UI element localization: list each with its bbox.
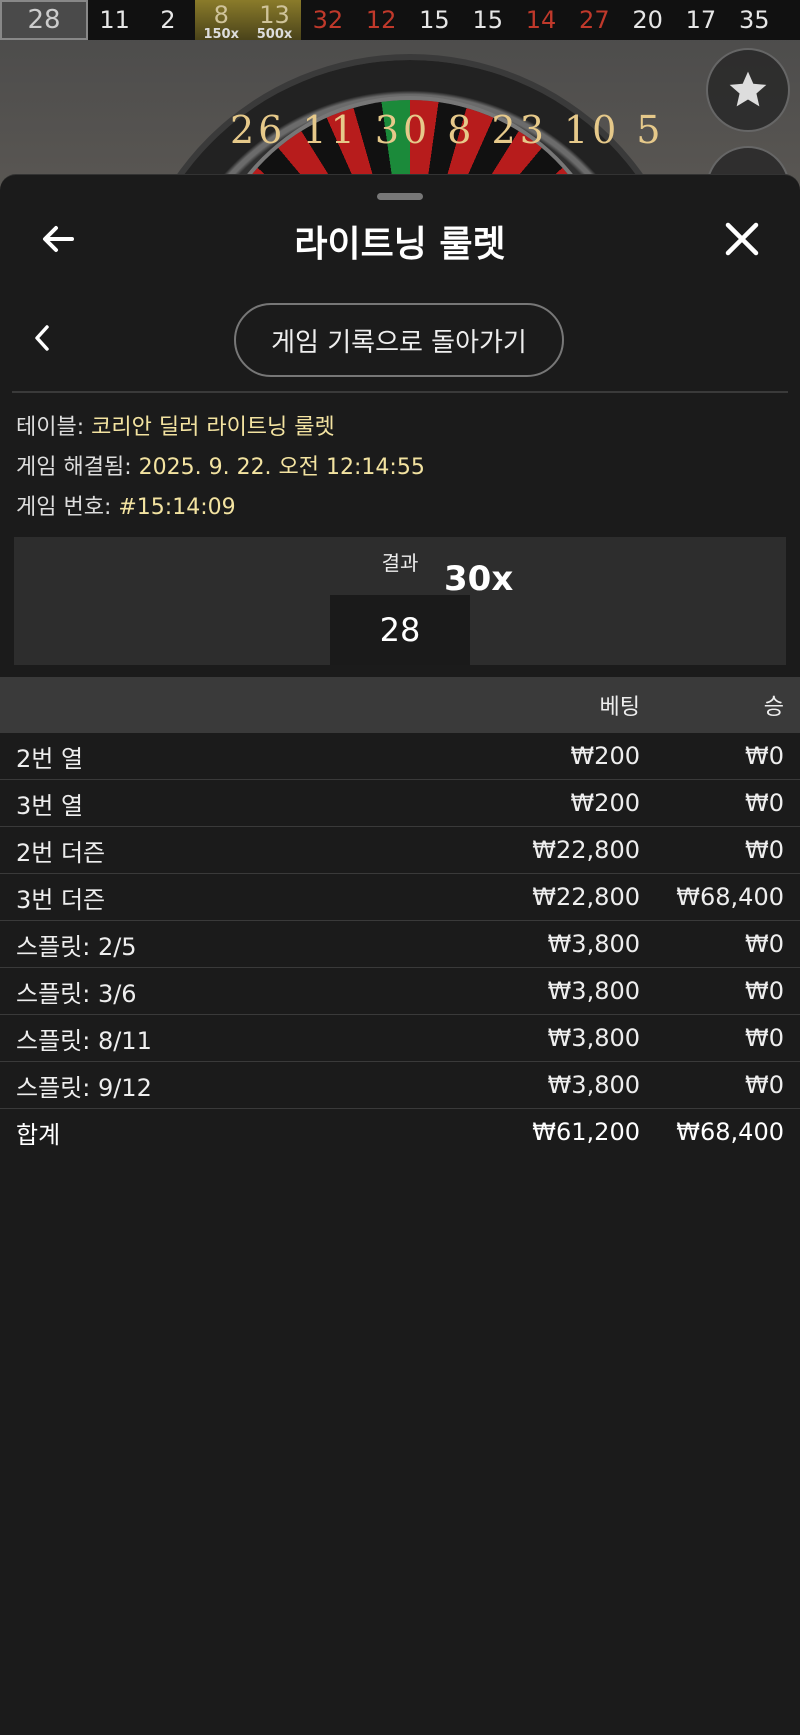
win-amount: ₩0 [745, 930, 784, 958]
info-game-number-label: 게임 번호: [16, 495, 112, 520]
bet-name: 3번 더즌 [16, 885, 106, 914]
history-number: 32 [301, 0, 354, 40]
page-title: 라이트닝 룰렛 [294, 224, 506, 265]
bet-name: 스플릿: 3/6 [16, 979, 137, 1008]
win-amount: ₩0 [745, 742, 784, 770]
history-number: 27 [568, 0, 621, 40]
info-resolved-label: 게임 해결됨: [16, 455, 132, 480]
win-amount: ₩0 [745, 1071, 784, 1099]
info-table: 테이블: 코리안 딜러 라이트닝 룰렛 [16, 409, 335, 441]
table-row: 스플릿: 2/5 ₩3,800 ₩0 [0, 921, 800, 968]
bet-amount: ₩22,800 [532, 883, 640, 911]
info-game-number-value: #15:14:09 [118, 495, 236, 520]
bet-amount: ₩3,800 [547, 1071, 640, 1099]
info-game-number: 게임 번호: #15:14:09 [16, 489, 236, 521]
history-number-value: 27 [579, 6, 610, 34]
table-row: 2번 열 ₩200 ₩0 [0, 733, 800, 780]
history-multiplier: 500x [256, 27, 293, 42]
result-multiplier: 30x [444, 559, 514, 599]
history-number-value: 28 [27, 5, 61, 35]
bet-amount: ₩22,800 [532, 836, 640, 864]
history-number: 17 [674, 0, 727, 40]
history-number: 15 [408, 0, 461, 40]
history-number-value: 2 [160, 6, 176, 34]
game-detail-sheet: 라이트닝 룰렛 게임 기록으로 돌아가기 테이블: 코리안 딜러 라이트닝 룰렛… [0, 174, 800, 1735]
header-win: 승 [763, 695, 784, 720]
history-number-value: 8 [213, 1, 229, 29]
history-number-value: 17 [685, 6, 717, 34]
total-bet: ₩61,200 [532, 1118, 640, 1146]
history-number: 15 [461, 0, 514, 40]
header-bet: 베팅 [599, 695, 640, 720]
history-number: 12 [354, 0, 407, 40]
history-number-value: 13 [259, 1, 290, 29]
history-number: 20 [621, 0, 674, 40]
bets-table: 베팅 승 2번 열 ₩200 ₩0 3번 열 ₩200 ₩0 2번 더즌 ₩22,800 ₩0 3… [0, 677, 800, 1155]
table-row: 스플릿: 8/11 ₩3,800 ₩0 [0, 1015, 800, 1062]
history-number-value: 20 [632, 6, 663, 34]
chevron-left-icon[interactable] [32, 323, 52, 353]
info-resolved: 게임 해결됨: 2025. 9. 22. 오전 12:14:55 [16, 449, 425, 481]
bet-amount: ₩3,800 [547, 930, 640, 958]
table-row: 3번 열 ₩200 ₩0 [0, 780, 800, 827]
table-row: 2번 더즌 ₩22,800 ₩0 [0, 827, 800, 874]
total-label: 합계 [16, 1120, 61, 1149]
result-history-strip: 28 11 2 8 150x 13 500x 32 12 15 15 14 27 20 17 35 [0, 0, 800, 42]
bet-name: 3번 열 [16, 791, 84, 820]
win-amount: ₩68,400 [676, 883, 784, 911]
history-number: 8 150x [194, 0, 248, 42]
table-row: 스플릿: 3/6 ₩3,800 ₩0 [0, 968, 800, 1015]
history-number: 11 [88, 0, 141, 40]
result-box: 결과 28 30x [14, 537, 786, 665]
win-amount: ₩0 [745, 836, 784, 864]
win-amount: ₩0 [745, 977, 784, 1005]
bet-name: 스플릿: 9/12 [16, 1073, 152, 1102]
history-number: 13 500x [247, 0, 302, 42]
bet-name: 스플릿: 8/11 [16, 1026, 152, 1055]
bet-name: 스플릿: 2/5 [16, 932, 137, 961]
history-number: 2 [141, 0, 194, 40]
info-table-label: 테이블: [16, 415, 85, 440]
history-number-value: 15 [419, 6, 450, 34]
history-number-value: 32 [312, 6, 344, 34]
total-row: 합계 ₩61,200 ₩68,400 [0, 1109, 800, 1155]
history-number: 35 [728, 0, 781, 40]
star-icon [729, 71, 767, 107]
table-header: 베팅 승 [0, 677, 800, 733]
info-resolved-value: 2025. 9. 22. 오전 12:14:55 [138, 455, 425, 480]
bet-name: 2번 더즌 [16, 838, 106, 867]
history-number: 14 [514, 0, 567, 40]
history-number-value: 12 [365, 6, 397, 34]
history-number: 28 [0, 0, 88, 40]
table-row: 스플릿: 9/12 ₩3,800 ₩0 [0, 1062, 800, 1109]
total-win: ₩68,400 [676, 1118, 784, 1146]
history-number-value: 14 [525, 6, 557, 34]
win-amount: ₩0 [745, 1024, 784, 1052]
bet-name: 2번 열 [16, 744, 84, 773]
wheel-numbers: 26 11 30 8 23 10 5 [230, 108, 665, 152]
back-to-history-button[interactable]: 게임 기록으로 돌아가기 [234, 303, 564, 377]
divider [12, 391, 788, 393]
sheet-drag-handle[interactable] [377, 193, 423, 200]
bet-amount: ₩3,800 [547, 1024, 640, 1052]
result-label: 결과 [381, 551, 419, 575]
bet-amount: ₩3,800 [547, 977, 640, 1005]
history-number-value: 11 [99, 6, 130, 34]
win-amount: ₩0 [745, 789, 784, 817]
history-number-value: 35 [738, 6, 770, 34]
favorite-button[interactable] [706, 48, 790, 132]
bet-amount: ₩200 [570, 789, 640, 817]
history-multiplier: 150x [203, 27, 239, 42]
bet-amount: ₩200 [570, 742, 640, 770]
info-table-value: 코리안 딜러 라이트닝 룰렛 [91, 415, 335, 440]
result-number: 28 [330, 595, 470, 665]
table-row: 3번 더즌 ₩22,800 ₩68,400 [0, 874, 800, 921]
close-icon[interactable] [722, 219, 762, 259]
history-number-value: 15 [472, 6, 503, 34]
